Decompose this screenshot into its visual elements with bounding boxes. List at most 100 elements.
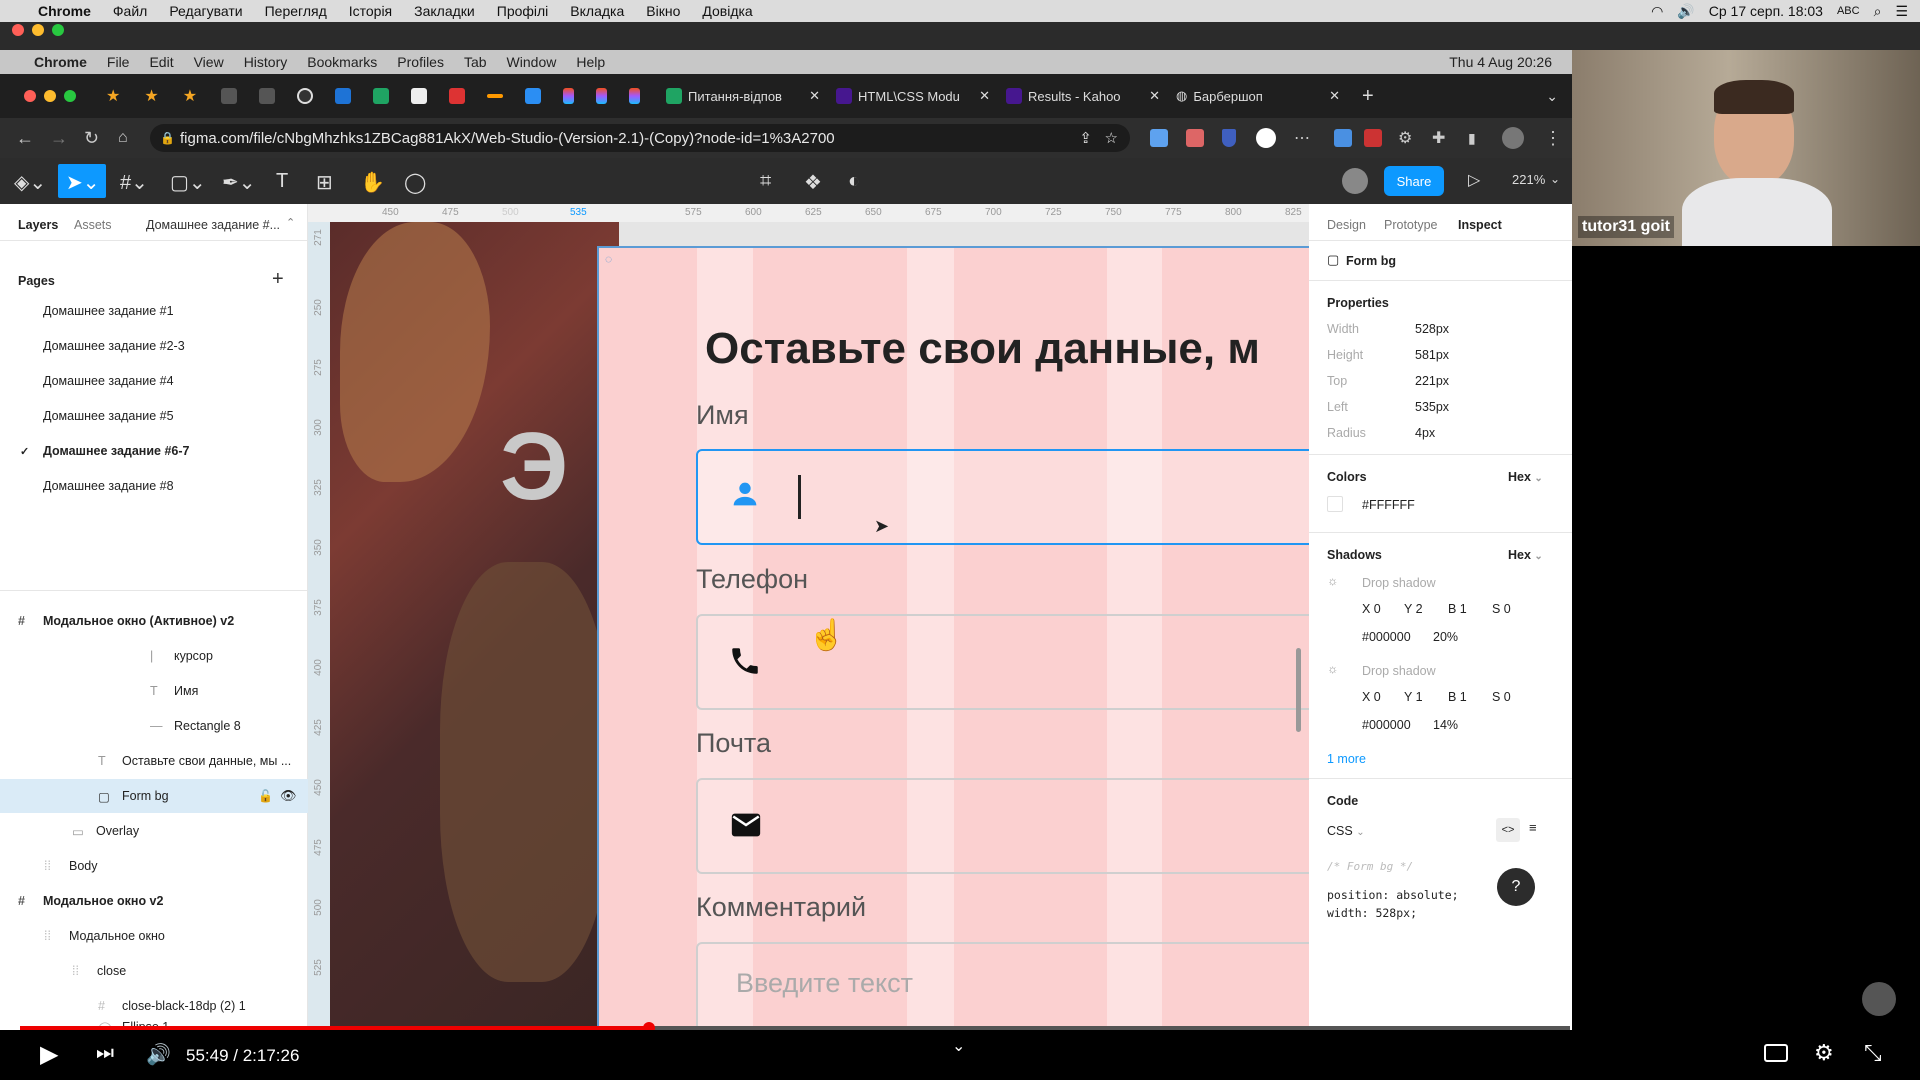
- prop-value-left[interactable]: 535px: [1415, 400, 1449, 414]
- page-item[interactable]: Домашнее задание #5: [0, 399, 308, 433]
- page-item-current[interactable]: ✓ Домашнее задание #6-7: [0, 434, 308, 468]
- add-page-icon[interactable]: +: [272, 268, 284, 291]
- component-icon[interactable]: ❖: [804, 170, 822, 195]
- layer-item[interactable]: # close-black-18dp (2) 1: [0, 989, 308, 1023]
- tab-design[interactable]: Design: [1327, 218, 1366, 232]
- color-swatch[interactable]: [1327, 496, 1343, 512]
- rectangle-tool-icon[interactable]: ▢⌄: [170, 170, 206, 195]
- menu-window[interactable]: Вікно: [646, 3, 680, 19]
- page-item[interactable]: Домашнее задание #1: [0, 294, 308, 328]
- menu-profiles[interactable]: Профілі: [497, 3, 549, 19]
- figma-canvas[interactable]: 450 475 500 535 575 600 625 650 675 700 …: [308, 204, 1309, 1030]
- name-input[interactable]: [696, 449, 1309, 545]
- layer-item-selected[interactable]: ▢ Form bg 🔓 👁: [0, 779, 308, 813]
- tab-prototype[interactable]: Prototype: [1384, 218, 1438, 232]
- help-button[interactable]: ?: [1497, 868, 1535, 906]
- pinned-tab-icon[interactable]: [449, 88, 466, 104]
- prop-value-top[interactable]: 221px: [1415, 374, 1449, 388]
- menu-tab[interactable]: Вкладка: [570, 3, 624, 19]
- page-item[interactable]: Домашнее задание #2-3: [0, 329, 308, 363]
- close-window-button[interactable]: [12, 24, 24, 36]
- forward-icon[interactable]: →: [50, 128, 68, 149]
- tab-assets[interactable]: Assets: [74, 218, 112, 232]
- layer-item[interactable]: — Rectangle 8: [0, 709, 308, 743]
- extension-icon[interactable]: [1256, 128, 1276, 148]
- menu-app-name[interactable]: Chrome: [38, 3, 91, 19]
- os-datetime[interactable]: Ср 17 серп. 18:03: [1709, 3, 1823, 19]
- comment-tool-icon[interactable]: ◯: [404, 170, 426, 195]
- menu-view[interactable]: Перегляд: [265, 3, 327, 19]
- new-tab-button[interactable]: +: [1362, 85, 1374, 108]
- tab-search-icon[interactable]: ⌄: [1546, 88, 1558, 105]
- back-icon[interactable]: ←: [16, 128, 34, 149]
- present-icon[interactable]: ▷: [1468, 170, 1480, 190]
- bookmark-star-icon[interactable]: ☆: [1105, 129, 1118, 147]
- list-view-icon[interactable]: ≡: [1529, 820, 1537, 835]
- extension-icon[interactable]: [1150, 129, 1168, 147]
- prop-value-width[interactable]: 528px: [1415, 322, 1449, 336]
- lock-icon[interactable]: 🔒: [160, 131, 175, 145]
- crop-icon[interactable]: ⌗: [760, 170, 771, 193]
- move-tool-icon[interactable]: ➤⌄: [66, 170, 100, 195]
- page-item[interactable]: Домашнее задание #8: [0, 469, 308, 503]
- extension-icon[interactable]: ⋯: [1294, 128, 1310, 148]
- eye-icon[interactable]: 👁: [280, 788, 297, 804]
- extension-icon[interactable]: [1186, 129, 1204, 147]
- input-lang[interactable]: ABC: [1837, 5, 1860, 17]
- volume-icon[interactable]: 🔊: [146, 1042, 171, 1067]
- comment-textarea[interactable]: Введите текст: [696, 942, 1309, 1030]
- layer-item[interactable]: T Имя: [0, 674, 308, 708]
- star-icon[interactable]: ★: [183, 86, 197, 106]
- search-icon[interactable]: ⌕: [1874, 3, 1882, 20]
- exit-fullscreen-icon[interactable]: ⤡: [1864, 1040, 1882, 1066]
- star-icon[interactable]: ★: [144, 86, 158, 106]
- zoom-window-button[interactable]: [52, 24, 64, 36]
- zoom-level[interactable]: 221%: [1512, 172, 1545, 187]
- tab-barbershop[interactable]: ◍ Барбершоп ✕: [1168, 80, 1348, 112]
- email-input[interactable]: [696, 778, 1309, 874]
- canvas-scrollbar[interactable]: [1296, 648, 1301, 732]
- corner-handle-icon[interactable]: ◌: [605, 252, 612, 266]
- tab-html-css[interactable]: HTML\CSS Modu ✕: [828, 80, 998, 112]
- kebab-menu-icon[interactable]: ⋮: [1544, 128, 1562, 149]
- side-panel-icon[interactable]: ▮: [1468, 130, 1476, 147]
- layer-item[interactable]: T Оставьте свои данные, мы ...: [0, 744, 308, 778]
- pinned-tab-icon[interactable]: [259, 88, 276, 104]
- subtitles-icon[interactable]: [1764, 1044, 1788, 1062]
- tab-layers[interactable]: Layers: [18, 218, 58, 232]
- chevron-down-icon[interactable]: ⌄: [952, 1036, 965, 1056]
- volume-icon[interactable]: 🔊: [1677, 3, 1694, 20]
- code-view-icon[interactable]: <>: [1496, 818, 1520, 842]
- close-icon[interactable]: ✕: [809, 88, 820, 104]
- layer-item[interactable]: ⁞⁞ Body: [0, 849, 308, 883]
- menu-edit[interactable]: Редагувати: [169, 3, 242, 19]
- home-icon[interactable]: ⌂: [118, 129, 128, 147]
- pinned-tab-icon[interactable]: [411, 88, 428, 104]
- next-icon[interactable]: ⏭: [96, 1042, 114, 1065]
- close-icon[interactable]: ✕: [979, 88, 990, 104]
- tab-inspect[interactable]: Inspect: [1458, 218, 1502, 232]
- pinned-tab-icon[interactable]: [373, 88, 390, 104]
- close-icon[interactable]: ✕: [1329, 88, 1340, 104]
- text-tool-icon[interactable]: T: [276, 170, 288, 193]
- figma-tab-icon[interactable]: [629, 88, 641, 104]
- page-selector[interactable]: Домашнее задание #...: [146, 218, 280, 232]
- settings-icon[interactable]: ⚙: [1814, 1040, 1834, 1066]
- video-frame[interactable]: Chrome File Edit View History Bookmarks …: [0, 50, 1572, 1030]
- pinned-tab-icon[interactable]: [297, 88, 314, 104]
- profile-avatar[interactable]: [1502, 127, 1524, 149]
- page-item[interactable]: Домашнее задание #4: [0, 364, 308, 398]
- phone-input[interactable]: [696, 614, 1309, 710]
- share-page-icon[interactable]: ⇪: [1079, 129, 1092, 147]
- extension-icon[interactable]: [1364, 129, 1382, 147]
- layer-item[interactable]: ⁞⁞ Модальное окно: [0, 919, 308, 953]
- pinned-tab-icon[interactable]: [487, 94, 504, 98]
- layer-item[interactable]: ⁞⁞ close: [0, 954, 308, 988]
- play-icon[interactable]: ▶: [40, 1040, 58, 1069]
- control-center-icon[interactable]: ☰: [1895, 3, 1908, 20]
- contrast-icon[interactable]: ◐: [848, 170, 860, 193]
- figma-tab-icon[interactable]: [596, 88, 608, 104]
- tab-qa[interactable]: Питання-відпов ✕: [658, 80, 828, 112]
- shadow-color[interactable]: #000000: [1362, 718, 1411, 732]
- chevron-up-icon[interactable]: ⌃: [286, 216, 295, 229]
